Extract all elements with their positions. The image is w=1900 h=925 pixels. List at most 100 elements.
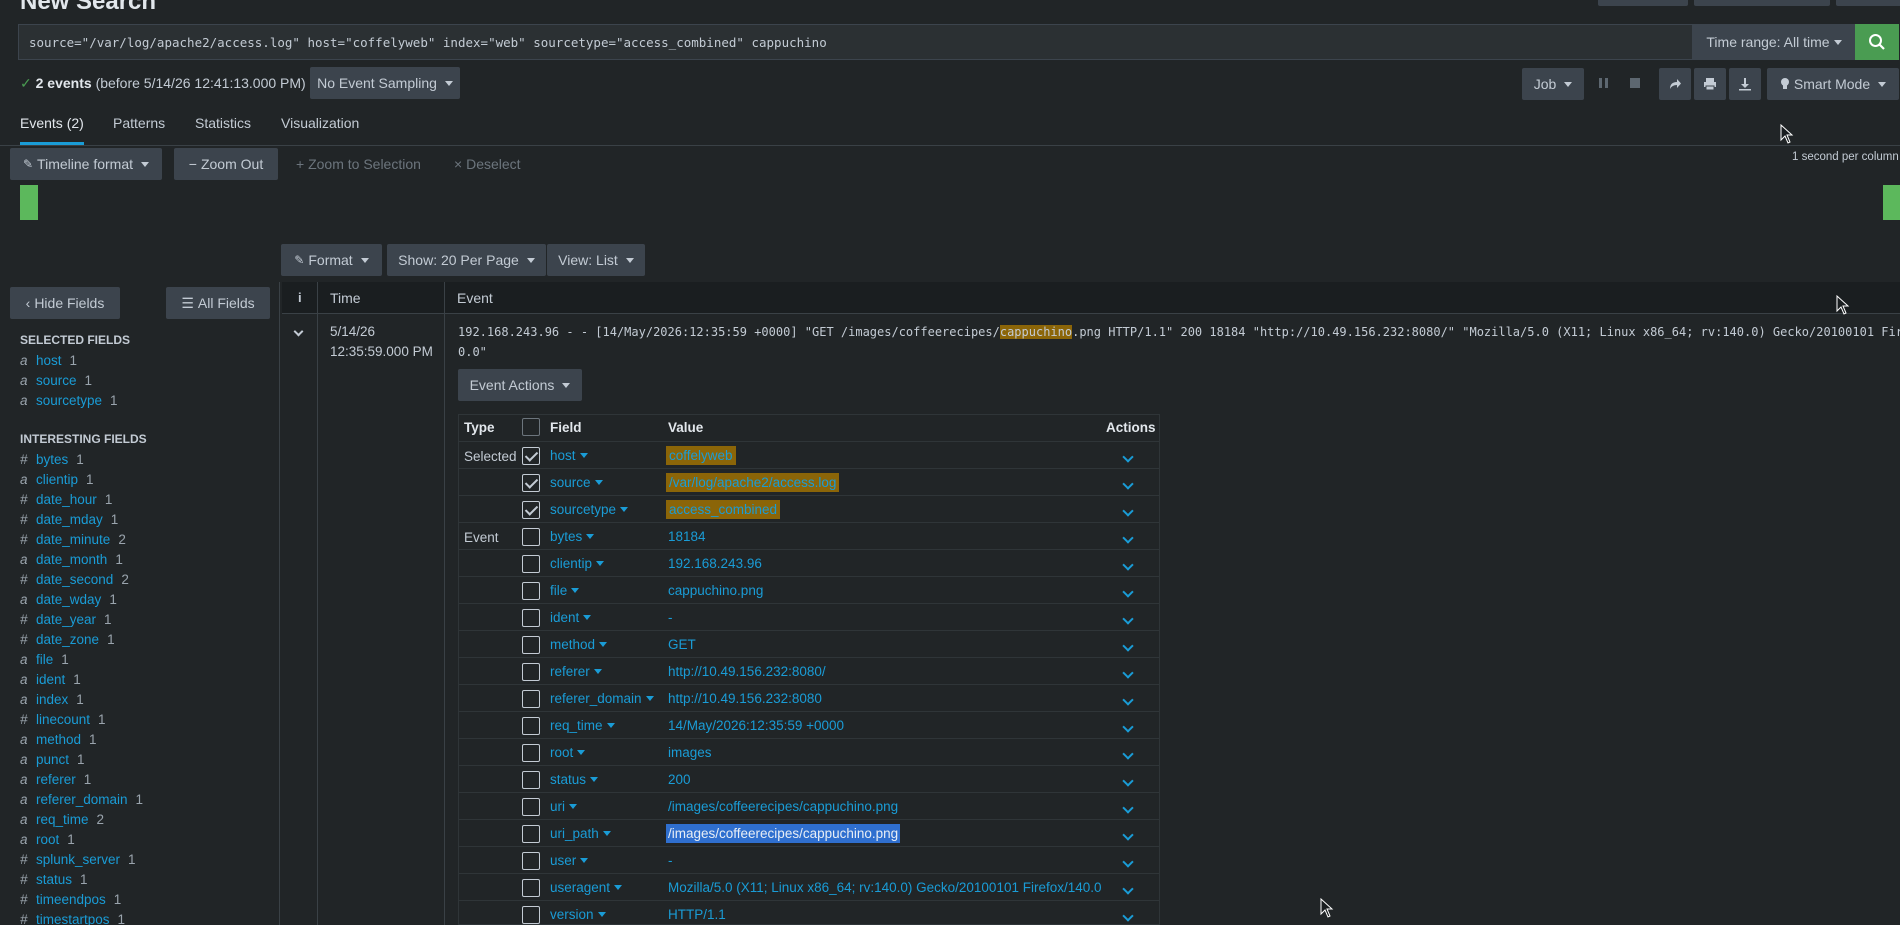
time-range-picker[interactable]: Time range: All time bbox=[1693, 24, 1855, 60]
deselect-button[interactable]: × Deselect bbox=[454, 156, 521, 172]
sidebar-field[interactable]: a referer 1 bbox=[20, 772, 91, 787]
zoom-to-selection-button[interactable]: + Zoom to Selection bbox=[296, 156, 421, 172]
field-actions-toggle[interactable] bbox=[1122, 638, 1134, 653]
field-select-checkbox[interactable] bbox=[522, 744, 540, 762]
field-name-dropdown[interactable]: referer bbox=[550, 664, 602, 679]
field-actions-toggle[interactable] bbox=[1122, 800, 1134, 815]
event-sampling-dropdown[interactable]: No Event Sampling bbox=[310, 67, 460, 99]
field-name-dropdown[interactable]: source bbox=[550, 475, 603, 490]
select-all-checkbox[interactable] bbox=[522, 418, 540, 436]
hide-fields-button[interactable]: ‹ Hide Fields bbox=[10, 287, 120, 319]
field-name-dropdown[interactable]: bytes bbox=[550, 529, 595, 544]
field-value[interactable]: /images/coffeerecipes/cappuchino.png bbox=[666, 824, 901, 843]
sidebar-field[interactable]: # date_zone 1 bbox=[20, 632, 115, 647]
field-name-dropdown[interactable]: referer_domain bbox=[550, 691, 654, 706]
time-column-header[interactable]: Time bbox=[330, 290, 361, 306]
field-actions-toggle[interactable] bbox=[1122, 665, 1134, 680]
field-name-dropdown[interactable]: clientip bbox=[550, 556, 605, 571]
field-select-checkbox[interactable] bbox=[522, 663, 540, 681]
sidebar-field[interactable]: a date_month 1 bbox=[20, 552, 123, 567]
field-value[interactable]: - bbox=[668, 853, 673, 868]
field-name[interactable]: date_year bbox=[36, 612, 96, 627]
field-name[interactable]: date_month bbox=[36, 552, 107, 567]
field-name[interactable]: root bbox=[36, 832, 59, 847]
event-time[interactable]: 5/14/26 12:35:59.000 PM bbox=[330, 322, 433, 362]
sidebar-field[interactable]: a clientip 1 bbox=[20, 472, 94, 487]
field-select-checkbox[interactable] bbox=[522, 852, 540, 870]
all-fields-button[interactable]: ☰ All Fields bbox=[166, 287, 270, 319]
sidebar-field[interactable]: # bytes 1 bbox=[20, 452, 84, 467]
per-page-dropdown[interactable]: Show: 20 Per Page bbox=[387, 244, 546, 276]
field-name-dropdown[interactable]: version bbox=[550, 907, 606, 922]
sidebar-field[interactable]: # date_year 1 bbox=[20, 612, 112, 627]
field-value[interactable]: 18184 bbox=[668, 529, 706, 544]
sidebar-field[interactable]: # timeendpos 1 bbox=[20, 892, 121, 907]
timeline-bar-right[interactable] bbox=[1883, 185, 1900, 220]
field-actions-toggle[interactable] bbox=[1122, 719, 1134, 734]
field-value[interactable]: GET bbox=[668, 637, 696, 652]
field-actions-toggle[interactable] bbox=[1122, 908, 1134, 923]
field-value[interactable]: Mozilla/5.0 (X11; Linux x86_64; rv:140.0… bbox=[668, 880, 1102, 895]
field-select-checkbox[interactable] bbox=[522, 528, 540, 546]
format-dropdown[interactable]: ✎ Format bbox=[281, 244, 382, 276]
field-actions-toggle[interactable] bbox=[1122, 827, 1134, 842]
field-name[interactable]: date_zone bbox=[36, 632, 99, 647]
field-select-checkbox[interactable] bbox=[522, 582, 540, 600]
field-name[interactable]: index bbox=[36, 692, 68, 707]
field-actions-toggle[interactable] bbox=[1122, 449, 1134, 464]
field-name[interactable]: status bbox=[36, 872, 72, 887]
sidebar-field[interactable]: a root 1 bbox=[20, 832, 75, 847]
search-input[interactable]: source="/var/log/apache2/access.log" hos… bbox=[18, 24, 1693, 60]
field-select-checkbox[interactable] bbox=[522, 771, 540, 789]
header-button-1[interactable] bbox=[1598, 0, 1688, 6]
sidebar-field[interactable]: # timestartpos 1 bbox=[20, 912, 125, 925]
field-name-dropdown[interactable]: uri_path bbox=[550, 826, 611, 841]
stop-icon[interactable] bbox=[1630, 78, 1640, 88]
field-select-checkbox[interactable] bbox=[522, 825, 540, 843]
field-value[interactable]: coffelyweb bbox=[666, 446, 736, 465]
search-mode-dropdown[interactable]: Smart Mode bbox=[1767, 68, 1899, 100]
field-name-dropdown[interactable]: sourcetype bbox=[550, 502, 629, 517]
field-select-checkbox[interactable] bbox=[522, 636, 540, 654]
field-name[interactable]: clientip bbox=[36, 472, 78, 487]
sidebar-field[interactable]: a host 1 bbox=[20, 353, 77, 368]
field-select-checkbox[interactable] bbox=[522, 609, 540, 627]
field-name[interactable]: timeendpos bbox=[36, 892, 106, 907]
sidebar-field[interactable]: a referer_domain 1 bbox=[20, 792, 143, 807]
print-button[interactable] bbox=[1694, 68, 1726, 100]
field-name[interactable]: splunk_server bbox=[36, 852, 120, 867]
export-button[interactable] bbox=[1729, 68, 1761, 100]
field-value[interactable]: 14/May/2026:12:35:59 +0000 bbox=[668, 718, 844, 733]
tab-events[interactable]: Events (2) bbox=[20, 115, 84, 145]
field-name-dropdown[interactable]: host bbox=[550, 448, 588, 463]
field-actions-toggle[interactable] bbox=[1122, 881, 1134, 896]
field-name[interactable]: punct bbox=[36, 752, 69, 767]
field-select-checkbox[interactable] bbox=[522, 717, 540, 735]
field-name[interactable]: source bbox=[36, 373, 77, 388]
field-name[interactable]: sourcetype bbox=[36, 393, 102, 408]
sidebar-field[interactable]: a punct 1 bbox=[20, 752, 85, 767]
field-actions-toggle[interactable] bbox=[1122, 611, 1134, 626]
timeline-format-dropdown[interactable]: ✎ Timeline format bbox=[10, 148, 162, 180]
sidebar-field[interactable]: a index 1 bbox=[20, 692, 84, 707]
field-select-checkbox[interactable] bbox=[522, 555, 540, 573]
field-name-dropdown[interactable]: method bbox=[550, 637, 608, 652]
sidebar-field[interactable]: a ident 1 bbox=[20, 672, 81, 687]
field-value[interactable]: http://10.49.156.232:8080 bbox=[668, 691, 822, 706]
sidebar-field[interactable]: # date_hour 1 bbox=[20, 492, 112, 507]
sidebar-field[interactable]: a file 1 bbox=[20, 652, 69, 667]
sidebar-field[interactable]: # splunk_server 1 bbox=[20, 852, 136, 867]
field-name-dropdown[interactable]: user bbox=[550, 853, 589, 868]
view-dropdown[interactable]: View: List bbox=[547, 244, 645, 276]
field-value[interactable]: /var/log/apache2/access.log bbox=[666, 473, 840, 492]
field-name[interactable]: referer_domain bbox=[36, 792, 128, 807]
sidebar-field[interactable]: a date_wday 1 bbox=[20, 592, 117, 607]
field-name-dropdown[interactable]: ident bbox=[550, 610, 592, 625]
field-name[interactable]: referer bbox=[36, 772, 76, 787]
job-dropdown[interactable]: Job bbox=[1522, 68, 1584, 100]
field-name[interactable]: date_minute bbox=[36, 532, 110, 547]
field-value[interactable]: images bbox=[668, 745, 712, 760]
field-value[interactable]: /images/coffeerecipes/cappuchino.png bbox=[668, 799, 898, 814]
field-name[interactable]: date_hour bbox=[36, 492, 97, 507]
field-value[interactable]: access_combined bbox=[666, 500, 781, 519]
